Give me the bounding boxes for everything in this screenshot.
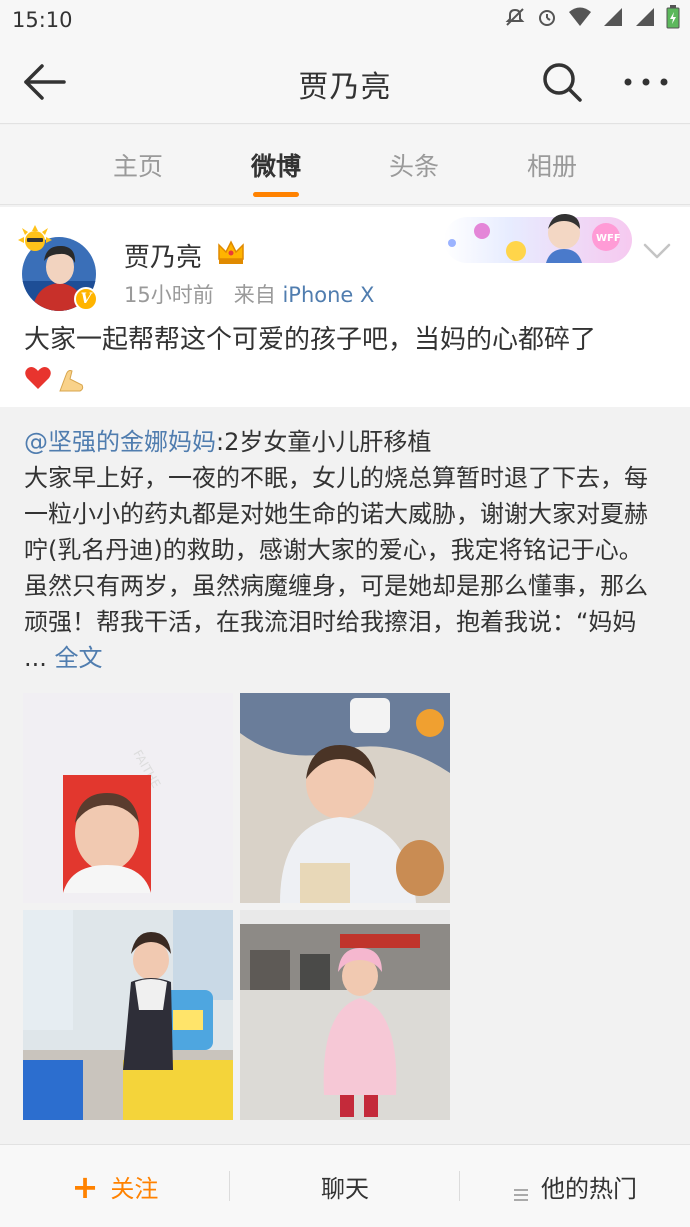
status-bar: 15:10 <box>0 0 690 40</box>
post-time: 15小时前 <box>124 283 214 307</box>
more-options-icon[interactable] <box>622 60 670 104</box>
repost-body: 大家早上好，一夜的不眠，女儿的烧总算暂时退了下去，每一粒小小的药丸都是对她生命的… <box>24 464 648 672</box>
repost-title-suffix: :2岁女童小儿肝移植 <box>216 428 432 456</box>
praying-hands-icon <box>56 365 86 395</box>
bottom-action-bar: + 关注 聊天 他的热门 <box>0 1144 690 1227</box>
signal-icon <box>602 6 624 32</box>
post-meta: 15小时前 来自 iPhone X <box>124 279 374 309</box>
sun-sticker-icon <box>18 225 52 255</box>
svg-text:WFF: WFF <box>596 233 621 244</box>
profile-tabs: 主页 微博 头条 相册 <box>0 125 690 205</box>
photo-1[interactable]: FAITHE <box>23 693 233 903</box>
mention-link[interactable]: @坚强的金娜妈妈 <box>24 428 216 456</box>
photo-2[interactable] <box>240 693 450 903</box>
tab-home[interactable]: 主页 <box>88 147 188 183</box>
red-heart-icon <box>24 365 52 395</box>
hot-posts-label: 他的热门 <box>541 1175 637 1203</box>
tab-album[interactable]: 相册 <box>502 147 602 183</box>
reposted-content[interactable]: @坚强的金娜妈妈:2岁女童小儿肝移植 大家早上好，一夜的不眠，女儿的烧总算暂时退… <box>0 408 690 1144</box>
tab-headlines[interactable]: 头条 <box>364 147 464 183</box>
crown-icon <box>216 237 246 267</box>
nav-bar: 贾乃亮 <box>0 40 690 124</box>
verified-badge-icon: V <box>74 287 98 311</box>
photo-grid: FAITHE <box>23 693 453 1121</box>
post-from-label: 来自 <box>233 283 276 307</box>
hot-posts-button[interactable]: 他的热门 <box>460 1145 690 1227</box>
signal-icon-2 <box>634 6 656 32</box>
photo-4[interactable] <box>240 910 450 1120</box>
tab-weibo[interactable]: 微博 <box>226 147 326 183</box>
weibo-post: V 贾乃亮 15小时前 来自 iPhone X WFF 大家一起帮帮这个可爱的孩… <box>0 207 690 407</box>
post-source[interactable]: iPhone X <box>282 283 374 307</box>
repost-text: @坚强的金娜妈妈:2岁女童小儿肝移植 大家早上好，一夜的不眠，女儿的烧总算暂时退… <box>24 424 664 676</box>
page-title: 贾乃亮 <box>298 70 392 105</box>
follow-button[interactable]: + 关注 <box>0 1145 230 1227</box>
chevron-down-icon[interactable] <box>642 241 672 261</box>
list-icon <box>513 1180 529 1201</box>
mute-icon <box>504 6 526 32</box>
search-icon[interactable] <box>540 60 584 104</box>
card-decoration-banner[interactable]: WFF <box>434 207 634 267</box>
alarm-icon <box>536 6 558 32</box>
active-tab-indicator <box>253 192 299 197</box>
photo-3[interactable] <box>23 910 233 1120</box>
avatar[interactable]: V <box>18 225 100 311</box>
status-time: 15:10 <box>12 8 73 32</box>
post-emoji-row <box>24 365 86 395</box>
wifi-icon <box>568 6 592 32</box>
post-author[interactable]: 贾乃亮 <box>124 237 202 274</box>
status-icons <box>504 5 680 33</box>
plus-icon: + <box>71 1167 99 1206</box>
battery-icon <box>666 5 680 33</box>
chat-label: 聊天 <box>321 1175 369 1203</box>
follow-label: 关注 <box>110 1175 159 1203</box>
post-text: 大家一起帮帮这个可爱的孩子吧，当妈的心都碎了 <box>24 325 597 355</box>
read-full-link[interactable]: 全文 <box>55 644 103 672</box>
chat-button[interactable]: 聊天 <box>230 1145 460 1227</box>
